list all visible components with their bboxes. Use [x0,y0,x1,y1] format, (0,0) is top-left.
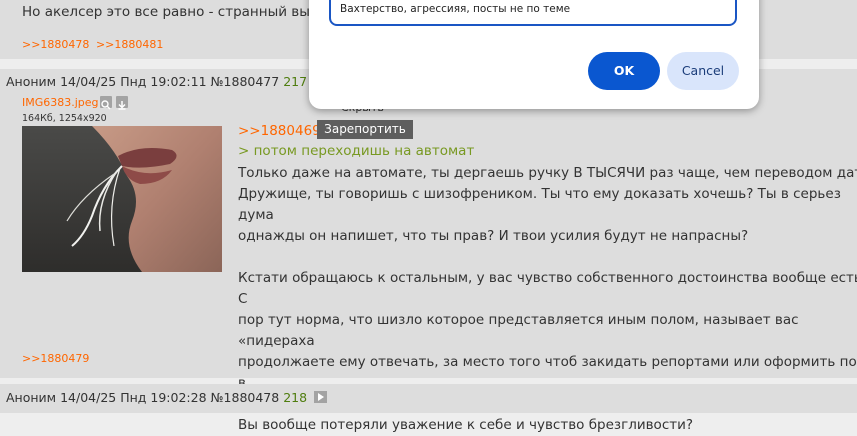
cancel-button[interactable]: Cancel [667,52,739,90]
report-dialog: Вахтерство, агрессияя, посты не по теме … [309,0,759,109]
reply-link[interactable]: >>1880481 [96,38,163,51]
report-reason-input[interactable]: Вахтерство, агрессияя, посты не по теме [329,0,737,26]
file-meta: 164Кб, 1254x920 [22,113,107,124]
file-link[interactable]: IMG6383.jpeg [22,96,99,109]
thread: Но акелсер это все равно - странный выб … [0,0,857,433]
report-menu-item[interactable]: Зарепортить [317,120,413,139]
post-header: Аноним 14/04/25 Пнд 19:02:11 №1880477 21… [6,74,328,89]
post-number[interactable]: №1880478 [211,390,280,405]
play-arrow-icon[interactable] [314,391,328,403]
search-icon[interactable] [100,96,112,110]
post-1880478: Аноним 14/04/25 Пнд 19:02:28 №1880478 21… [0,384,857,413]
post-author: Аноним [6,74,57,89]
download-icon[interactable] [116,96,128,110]
greentext-quote: > потом переходишь на автомат [238,143,475,159]
reply-ref-link[interactable]: >>1880469 [238,123,321,139]
post-date: 14/04/25 Пнд 19:02:11 [60,74,207,89]
post-count: 218 [283,390,308,405]
reply-links: >>1880479 [22,352,92,365]
post-text: Но акелсер это все равно - странный выб [22,4,319,20]
reply-links: >>1880478 >>1880481 [22,38,166,51]
ok-button[interactable]: OK [588,52,660,90]
reply-link[interactable]: >>1880478 [22,38,89,51]
reply-link[interactable]: >>1880479 [22,352,89,365]
post-1880477: Аноним 14/04/25 Пнд 19:02:11 №1880477 21… [0,69,857,433]
post-number[interactable]: №1880477 [211,74,280,89]
post-author: Аноним [6,390,57,405]
post-count: 217 [283,74,308,89]
post-header: Аноним 14/04/25 Пнд 19:02:28 №1880478 21… [6,390,328,405]
post-date: 14/04/25 Пнд 19:02:28 [60,390,207,405]
post-image[interactable] [22,126,222,272]
